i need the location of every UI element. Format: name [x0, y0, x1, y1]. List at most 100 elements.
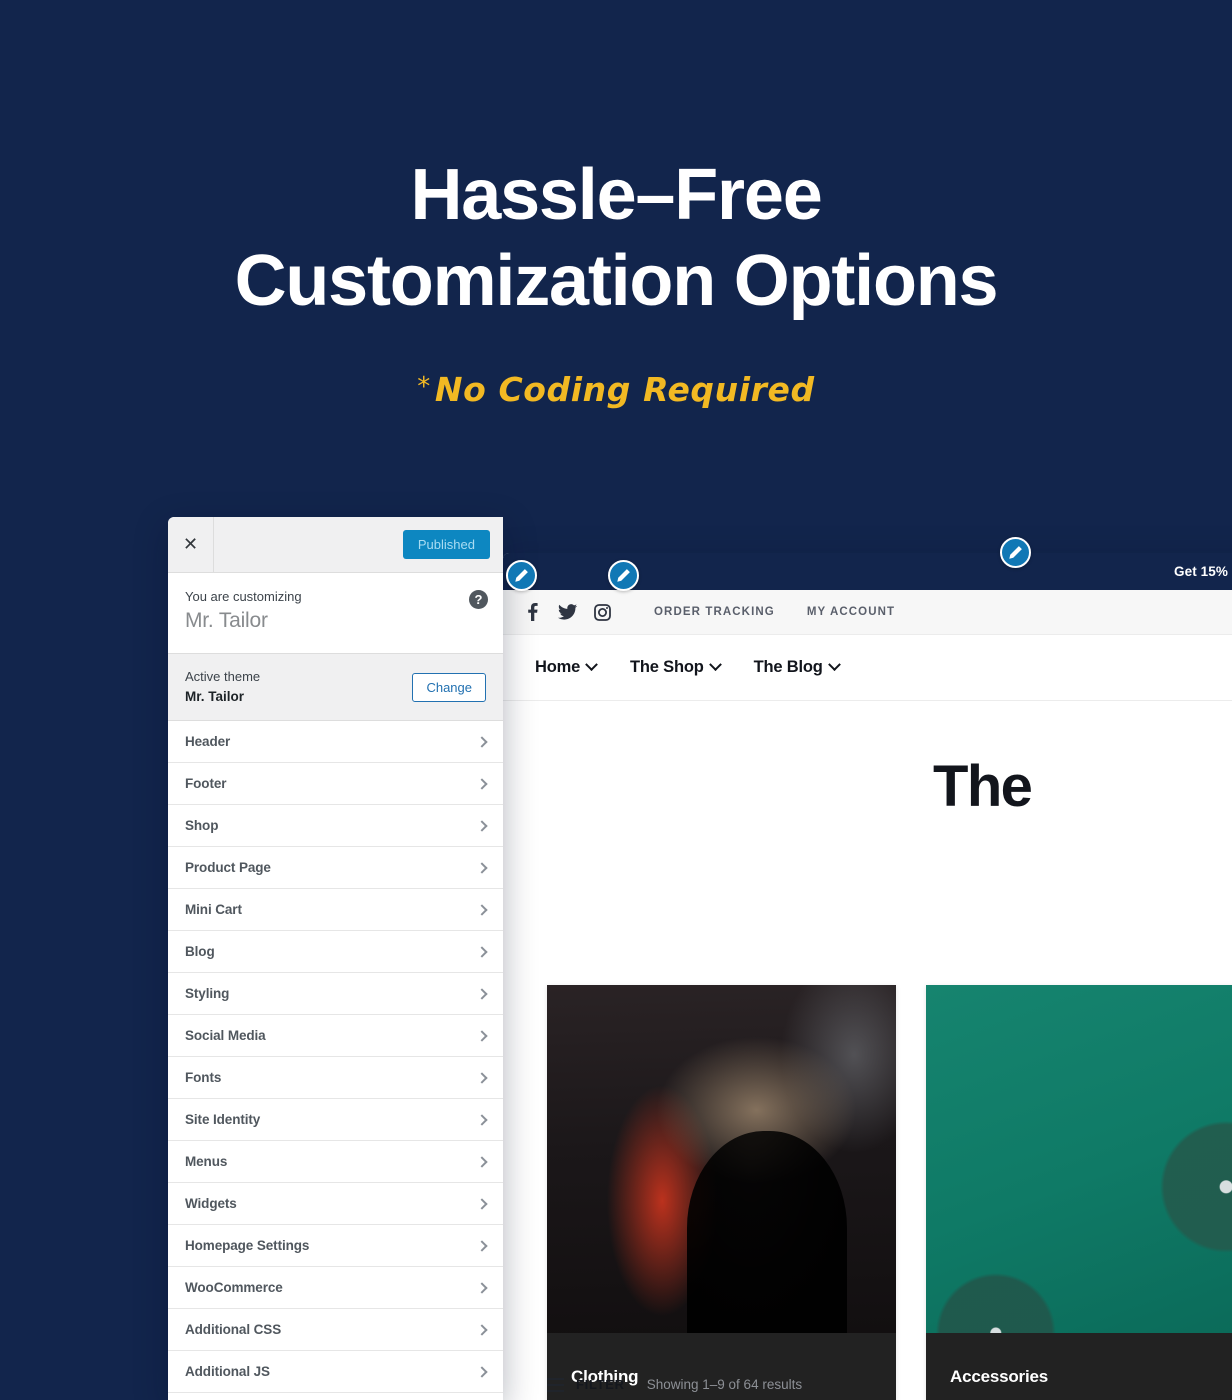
sidebar-item-blog[interactable]: Blog [168, 931, 503, 974]
category-card[interactable]: Accessories [926, 985, 1232, 1400]
sidebar-item-mini-cart[interactable]: Mini Cart [168, 889, 503, 932]
shop-filter-row: FILTER Showing 1–9 of 64 results [547, 1377, 802, 1392]
preview-page-body: Home The Clothing Accessories [503, 701, 1232, 1400]
sidebar-item-label: Homepage Settings [185, 1238, 310, 1254]
chevron-right-icon [476, 1366, 488, 1378]
category-image-accessories [926, 985, 1232, 1333]
close-icon[interactable]: ✕ [168, 517, 214, 573]
sidebar-item-label: Additional CSS [185, 1322, 282, 1338]
active-theme-name: Mr. Tailor [185, 688, 245, 704]
sidebar-item-label: Site Identity [185, 1112, 261, 1128]
sidebar-item-label: Footer [185, 776, 227, 792]
hero-title-line-2: Customization Options [234, 241, 999, 321]
sidebar-item-label: Shop [185, 818, 219, 834]
instagram-icon[interactable] [593, 603, 612, 622]
chevron-right-icon [476, 778, 488, 790]
sidebar-item-menus[interactable]: Menus [168, 1141, 503, 1184]
active-theme-row: Active theme Mr. Tailor Change [168, 654, 503, 722]
chevron-right-icon [476, 988, 488, 1000]
asterisk-icon: * [417, 372, 431, 402]
topbar-links: ORDER TRACKING MY ACCOUNT [654, 606, 895, 618]
chevron-right-icon [476, 1156, 488, 1168]
chevron-right-icon [476, 1030, 488, 1042]
chevron-right-icon [476, 1198, 488, 1210]
hero-subtitle: * No Coding Required [0, 370, 1232, 409]
sidebar-item-label: Social Media [185, 1028, 266, 1044]
customizer-title-block: You are customizing Mr. Tailor ? [168, 573, 503, 654]
chevron-right-icon [476, 820, 488, 832]
chevron-right-icon [476, 1240, 488, 1252]
social-links [523, 603, 612, 622]
sidebar-item-footer[interactable]: Footer [168, 763, 503, 806]
sidebar-item-homepage-settings[interactable]: Homepage Settings [168, 1225, 503, 1268]
sidebar-item-styling[interactable]: Styling [168, 973, 503, 1016]
chevron-right-icon [476, 1072, 488, 1084]
sidebar-item-shop[interactable]: Shop [168, 805, 503, 848]
filter-label: FILTER [576, 1377, 625, 1392]
nav-items: Home The Shop The Blog [535, 658, 841, 677]
help-icon[interactable]: ? [469, 590, 488, 609]
filter-button[interactable]: FILTER [547, 1377, 625, 1392]
nav-item-home[interactable]: Home [535, 658, 598, 677]
topbar-link-my-account[interactable]: MY ACCOUNT [807, 606, 895, 618]
sidebar-item-product-page[interactable]: Product Page [168, 847, 503, 890]
topbar-link-order-tracking[interactable]: ORDER TRACKING [654, 606, 775, 618]
sidebar-item-fonts[interactable]: Fonts [168, 1057, 503, 1100]
nav-item-the-shop[interactable]: The Shop [630, 658, 722, 677]
edit-pencil-icon[interactable] [608, 560, 639, 591]
chevron-right-icon [476, 1324, 488, 1336]
nav-item-home-label: Home [535, 658, 581, 676]
facebook-icon[interactable] [523, 603, 542, 622]
category-image-clothing [547, 985, 896, 1333]
sidebar-item-label: Additional JS [185, 1364, 270, 1380]
wordpress-customizer-panel: ✕ Published You are customizing Mr. Tail… [168, 517, 503, 1400]
sidebar-item-woocommerce[interactable]: WooCommerce [168, 1267, 503, 1310]
category-card-title: Accessories [950, 1367, 1048, 1386]
publish-button[interactable]: Published [402, 529, 490, 560]
chevron-right-icon [476, 736, 488, 748]
customizer-section-list: Header Footer Shop Product Page Mini Car… [168, 721, 503, 1394]
hero-subtitle-text: No Coding Required [434, 370, 815, 409]
sidebar-item-social-media[interactable]: Social Media [168, 1015, 503, 1058]
sidebar-item-label: Header [185, 734, 231, 750]
sidebar-item-label: Mini Cart [185, 902, 242, 918]
customizer-topbar: ✕ Published [168, 517, 503, 573]
nav-item-the-shop-label: The Shop [630, 658, 704, 676]
sidebar-item-widgets[interactable]: Widgets [168, 1183, 503, 1226]
category-card[interactable]: Clothing [547, 985, 896, 1400]
hero-title-line-1: Hassle–Free [410, 155, 822, 235]
chevron-right-icon [476, 1114, 488, 1126]
hamburger-icon [547, 1377, 564, 1392]
customizing-theme-name: Mr. Tailor [185, 609, 268, 632]
site-topbar: ORDER TRACKING MY ACCOUNT [503, 590, 1232, 635]
page-title: Hassle–Free Customization Options [0, 152, 1232, 324]
chevron-right-icon [476, 904, 488, 916]
sidebar-item-site-identity[interactable]: Site Identity [168, 1099, 503, 1142]
chevron-down-icon [585, 658, 598, 672]
edit-pencil-icon[interactable] [1000, 537, 1031, 568]
shop-page-heading: The [933, 754, 1033, 819]
screenshot-composite: Get 15% off your next order using the OR… [168, 517, 1232, 1400]
site-preview-window: Get 15% off your next order using the OR… [503, 553, 1232, 1400]
hero-section: Hassle–Free Customization Options * No Co… [0, 0, 1232, 409]
customizing-eyebrow: You are customizing [185, 589, 302, 604]
sidebar-item-additional-css[interactable]: Additional CSS [168, 1309, 503, 1352]
chevron-right-icon [476, 1282, 488, 1294]
active-theme-info: Active theme Mr. Tailor [185, 668, 260, 706]
results-count: Showing 1–9 of 64 results [646, 1377, 803, 1392]
change-theme-button[interactable]: Change [412, 672, 486, 702]
category-card-body: Accessories [926, 1333, 1232, 1400]
chevron-down-icon [708, 658, 722, 672]
nav-item-the-blog-label: The Blog [753, 658, 823, 676]
sidebar-item-label: Menus [185, 1154, 228, 1170]
sidebar-item-header[interactable]: Header [168, 721, 503, 764]
edit-pencil-icon[interactable] [506, 560, 537, 591]
twitter-icon[interactable] [558, 603, 577, 622]
nav-item-the-blog[interactable]: The Blog [753, 658, 841, 677]
sidebar-item-label: Widgets [185, 1196, 237, 1212]
active-theme-label: Active theme [185, 669, 261, 684]
promo-text: Get 15% off your next order using the [1174, 564, 1232, 579]
sidebar-item-label: Product Page [185, 860, 271, 876]
chevron-right-icon [476, 862, 488, 874]
sidebar-item-additional-js[interactable]: Additional JS [168, 1351, 503, 1394]
